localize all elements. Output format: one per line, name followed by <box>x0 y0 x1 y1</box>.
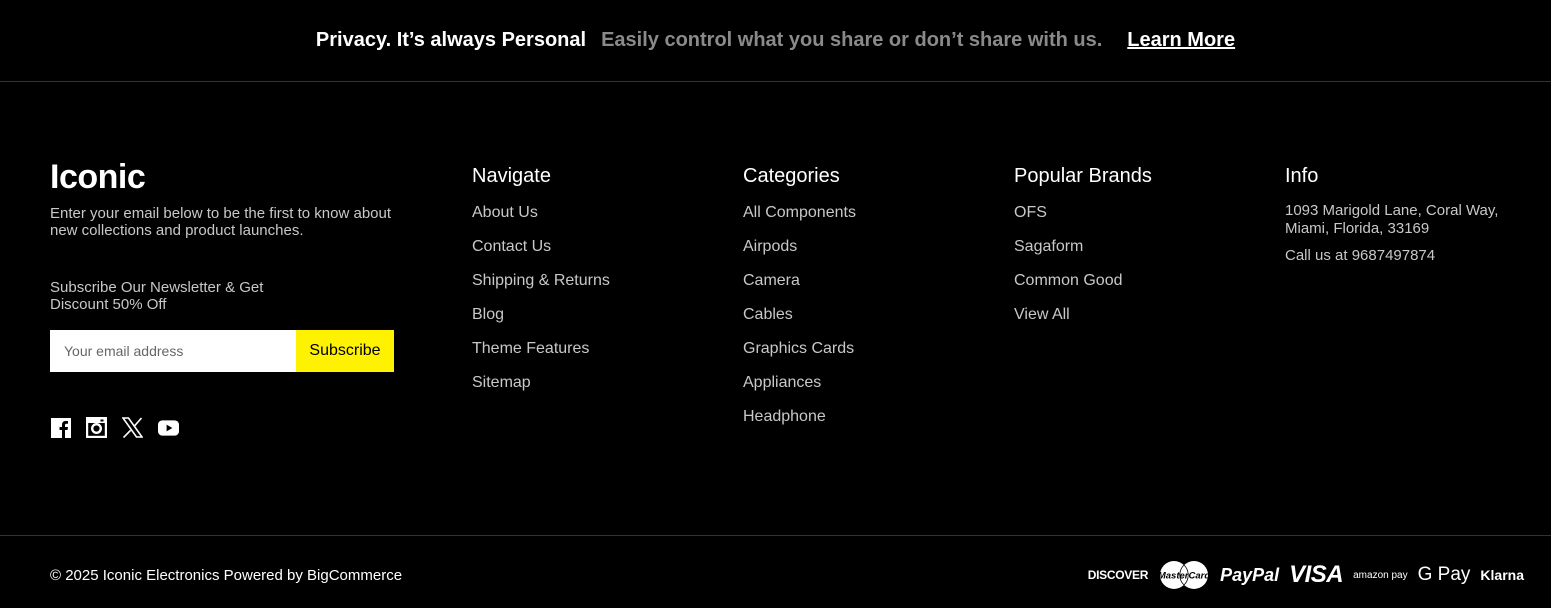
mastercard-label: MasterCard <box>1158 571 1210 582</box>
brand-item-common-good[interactable]: Common Good <box>1014 272 1152 290</box>
categories-column: Categories All Components Airpods Camera… <box>743 164 856 442</box>
privacy-title: Privacy. It’s always Personal <box>315 29 587 51</box>
info-column: Info 1093 Marigold Lane, Coral Way, Miam… <box>1285 164 1535 265</box>
navigate-column: Navigate About Us Contact Us Shipping & … <box>472 164 610 408</box>
info-heading: Info <box>1285 165 1319 187</box>
payment-icons: DISCOVER MasterCard PayPal VISA amazon p… <box>1088 560 1524 590</box>
mastercard-icon: MasterCard <box>1158 560 1210 590</box>
brand-item-sagaform[interactable]: Sagaform <box>1014 238 1152 256</box>
categories-heading: Categories <box>743 165 840 187</box>
store-phone: Call us at 9687497874 <box>1285 247 1436 264</box>
social-links <box>50 417 410 438</box>
nav-item-contact-us[interactable]: Contact Us <box>472 238 610 256</box>
subscribe-form: Subscribe <box>50 330 394 372</box>
x-icon[interactable] <box>122 417 143 438</box>
nav-item-theme-features[interactable]: Theme Features <box>472 340 610 358</box>
instagram-icon[interactable] <box>86 417 107 438</box>
nav-item-about-us[interactable]: About Us <box>472 204 610 222</box>
klarna-icon: Klarna <box>1480 567 1524 583</box>
learn-more-link[interactable]: Learn More <box>1127 29 1235 52</box>
category-item-camera[interactable]: Camera <box>743 272 856 290</box>
brand-column: Iconic Enter your email below to be the … <box>50 160 410 438</box>
brand-description: Enter your email below to be the first t… <box>50 205 392 239</box>
privacy-description: Easily control what you share or don’t s… <box>601 29 1103 51</box>
category-item-all-components[interactable]: All Components <box>743 204 856 222</box>
bottom-bar: © 2025 Iconic Electronics Powered by Big… <box>0 535 1551 608</box>
subscribe-button[interactable]: Subscribe <box>296 330 394 372</box>
footer-main: Iconic Enter your email below to be the … <box>0 82 1551 535</box>
store-address: 1093 Marigold Lane, Coral Way, Miami, Fl… <box>1285 202 1499 237</box>
newsletter-text: Subscribe Our Newsletter & Get Discount … <box>50 279 264 313</box>
paypal-icon: PayPal <box>1220 564 1280 585</box>
brand-item-view-all[interactable]: View All <box>1014 306 1152 324</box>
youtube-icon[interactable] <box>158 417 179 438</box>
category-item-headphone[interactable]: Headphone <box>743 408 856 426</box>
visa-icon: VISA <box>1289 561 1344 588</box>
logo[interactable]: Iconic <box>50 160 410 194</box>
amazon-pay-icon: amazon pay <box>1353 569 1408 581</box>
category-item-graphics-cards[interactable]: Graphics Cards <box>743 340 856 358</box>
privacy-banner: Privacy. It’s always Personal Easily con… <box>0 0 1551 82</box>
navigate-heading: Navigate <box>472 165 551 187</box>
category-item-airpods[interactable]: Airpods <box>743 238 856 256</box>
nav-item-shipping-returns[interactable]: Shipping & Returns <box>472 272 610 290</box>
facebook-icon[interactable] <box>50 417 71 438</box>
nav-item-sitemap[interactable]: Sitemap <box>472 374 610 392</box>
discover-icon: DISCOVER <box>1087 568 1149 582</box>
google-pay-icon: G Pay <box>1417 564 1471 585</box>
nav-item-blog[interactable]: Blog <box>472 306 610 324</box>
brand-item-ofs[interactable]: OFS <box>1014 204 1152 222</box>
category-item-cables[interactable]: Cables <box>743 306 856 324</box>
copyright-text: © 2025 Iconic Electronics Powered by Big… <box>50 567 403 584</box>
brands-heading: Popular Brands <box>1014 165 1152 187</box>
brands-column: Popular Brands OFS Sagaform Common Good … <box>1014 164 1152 340</box>
category-item-appliances[interactable]: Appliances <box>743 374 856 392</box>
email-input[interactable] <box>50 330 296 372</box>
